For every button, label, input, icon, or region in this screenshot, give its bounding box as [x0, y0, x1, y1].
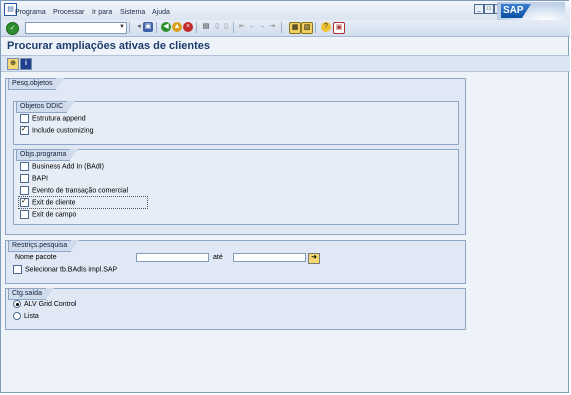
floppy-save-icon[interactable]: ▣: [143, 22, 153, 32]
minimize-icon[interactable]: _: [474, 4, 484, 14]
toolbar-separator: [315, 22, 316, 33]
checkbox[interactable]: [20, 174, 29, 183]
back-icon[interactable]: ◀: [161, 22, 171, 32]
system-toolbar: ✓ ▼ ◂ ▣ ◀ ▲ × ▤ ▯ ▯ ⇤ ← → ⇥ ▦ ▧ ? ▣: [1, 20, 570, 37]
package-name-label: Nome pacote: [15, 254, 57, 261]
menu-ajuda[interactable]: Ajuda: [152, 9, 170, 16]
option-label: Exit de campo: [32, 211, 77, 219]
sap-logo: SAP: [501, 4, 531, 18]
enter-icon[interactable]: ✓: [6, 22, 19, 35]
group-program-objects: Objs.programa Business Add In (BAdI) BAP…: [13, 149, 459, 225]
menu-bar: ▤ Programa Processar Ir para Sistema Aju…: [1, 1, 570, 21]
execute-icon[interactable]: ⊕: [7, 58, 19, 70]
option-label: Evento de transação comercial: [32, 187, 129, 195]
group-search-restrictions: Restriçs.pesquisa Nome pacote até ➜ Sele…: [5, 240, 466, 284]
checkbox[interactable]: [20, 210, 29, 219]
toolbar-separator: [281, 22, 282, 33]
to-label: até: [213, 254, 223, 261]
radio-selected[interactable]: [13, 300, 21, 309]
option-bapi[interactable]: BAPI: [20, 174, 48, 183]
first-page-icon[interactable]: ⇤: [237, 22, 247, 32]
option-label: Include customizing: [32, 127, 94, 135]
page-title: Procurar ampliações ativas de clientes: [7, 40, 210, 52]
exit-icon[interactable]: ▲: [172, 22, 182, 32]
option-label: Exit de cliente: [32, 199, 76, 207]
option-badi[interactable]: Business Add In (BAdI): [20, 162, 104, 171]
group-label-output-category: Ctg.saída: [8, 288, 54, 300]
command-history-icon[interactable]: ▼: [119, 24, 125, 30]
group-output-category: Ctg.saída ALV Grid Control Lista: [5, 288, 466, 330]
prev-page-icon[interactable]: ←: [247, 22, 257, 32]
option-label: Selecionar tb.BAdIs impl.SAP: [25, 266, 118, 274]
customize-layout-icon[interactable]: ▣: [333, 22, 345, 34]
maximize-icon[interactable]: □: [484, 4, 494, 14]
toolbar-separator: [156, 22, 157, 33]
menu-ir-para[interactable]: Ir para: [92, 9, 112, 16]
group-search-objects: Pesq.objetos Objetos DDIC Estrutura appe…: [5, 78, 466, 235]
option-label: Business Add In (BAdI): [32, 163, 104, 171]
command-field[interactable]: [25, 22, 127, 34]
application-toolbar: ⊕ i: [1, 55, 570, 72]
menu-programa[interactable]: Programa: [15, 9, 46, 16]
option-label: Lista: [24, 313, 39, 320]
option-label: Estrutura append: [32, 115, 86, 123]
group-label-search-objects: Pesq.objetos: [8, 78, 66, 90]
checkbox[interactable]: [20, 162, 29, 171]
option-select-sap-badi-impl[interactable]: Selecionar tb.BAdIs impl.SAP: [13, 265, 117, 274]
last-page-icon[interactable]: ⇥: [267, 22, 277, 32]
package-to-input[interactable]: [233, 253, 306, 262]
help-icon[interactable]: ?: [321, 22, 331, 32]
find-next-icon[interactable]: ▯: [221, 22, 231, 32]
cancel-icon[interactable]: ×: [183, 22, 193, 32]
option-alv-grid[interactable]: ALV Grid Control: [13, 300, 76, 309]
checkbox-checked[interactable]: [20, 125, 29, 135]
menu-sistema[interactable]: Sistema: [120, 9, 145, 16]
package-from-input[interactable]: [136, 253, 209, 262]
toolbar-separator: [233, 22, 234, 33]
print-icon[interactable]: ▤: [201, 22, 211, 32]
option-customer-exit[interactable]: Exit de cliente: [20, 197, 76, 207]
option-field-exit[interactable]: Exit de campo: [20, 210, 76, 219]
menu-processar[interactable]: Processar: [53, 9, 85, 16]
shortcut-icon[interactable]: ▧: [301, 22, 313, 34]
group-label-ddic-objects: Objetos DDIC: [16, 101, 76, 113]
option-label: ALV Grid Control: [24, 301, 77, 308]
create-session-icon[interactable]: ▦: [289, 22, 301, 34]
option-append-structure[interactable]: Estrutura append: [20, 114, 86, 123]
next-page-icon[interactable]: →: [257, 22, 267, 32]
checkbox-checked[interactable]: [20, 197, 29, 207]
toolbar-separator: [196, 22, 197, 33]
checkbox[interactable]: [20, 114, 29, 123]
option-include-customizing[interactable]: Include customizing: [20, 125, 94, 135]
information-icon[interactable]: i: [20, 58, 32, 70]
option-list[interactable]: Lista: [13, 312, 39, 321]
option-label: BAPI: [32, 175, 48, 183]
multiple-selection-icon[interactable]: ➜: [308, 253, 320, 264]
option-business-transaction-event[interactable]: Evento de transação comercial: [20, 186, 128, 195]
group-label-program-objects: Objs.programa: [16, 149, 79, 161]
toolbar-separator: [129, 22, 130, 33]
checkbox[interactable]: [20, 186, 29, 195]
radio[interactable]: [13, 312, 21, 321]
checkbox[interactable]: [13, 265, 22, 274]
group-ddic-objects: Objetos DDIC Estrutura append Include cu…: [13, 101, 459, 145]
group-label-search-restrictions: Restriçs.pesquisa: [8, 240, 80, 252]
sap-window: ▤ Programa Processar Ir para Sistema Aju…: [0, 0, 570, 393]
